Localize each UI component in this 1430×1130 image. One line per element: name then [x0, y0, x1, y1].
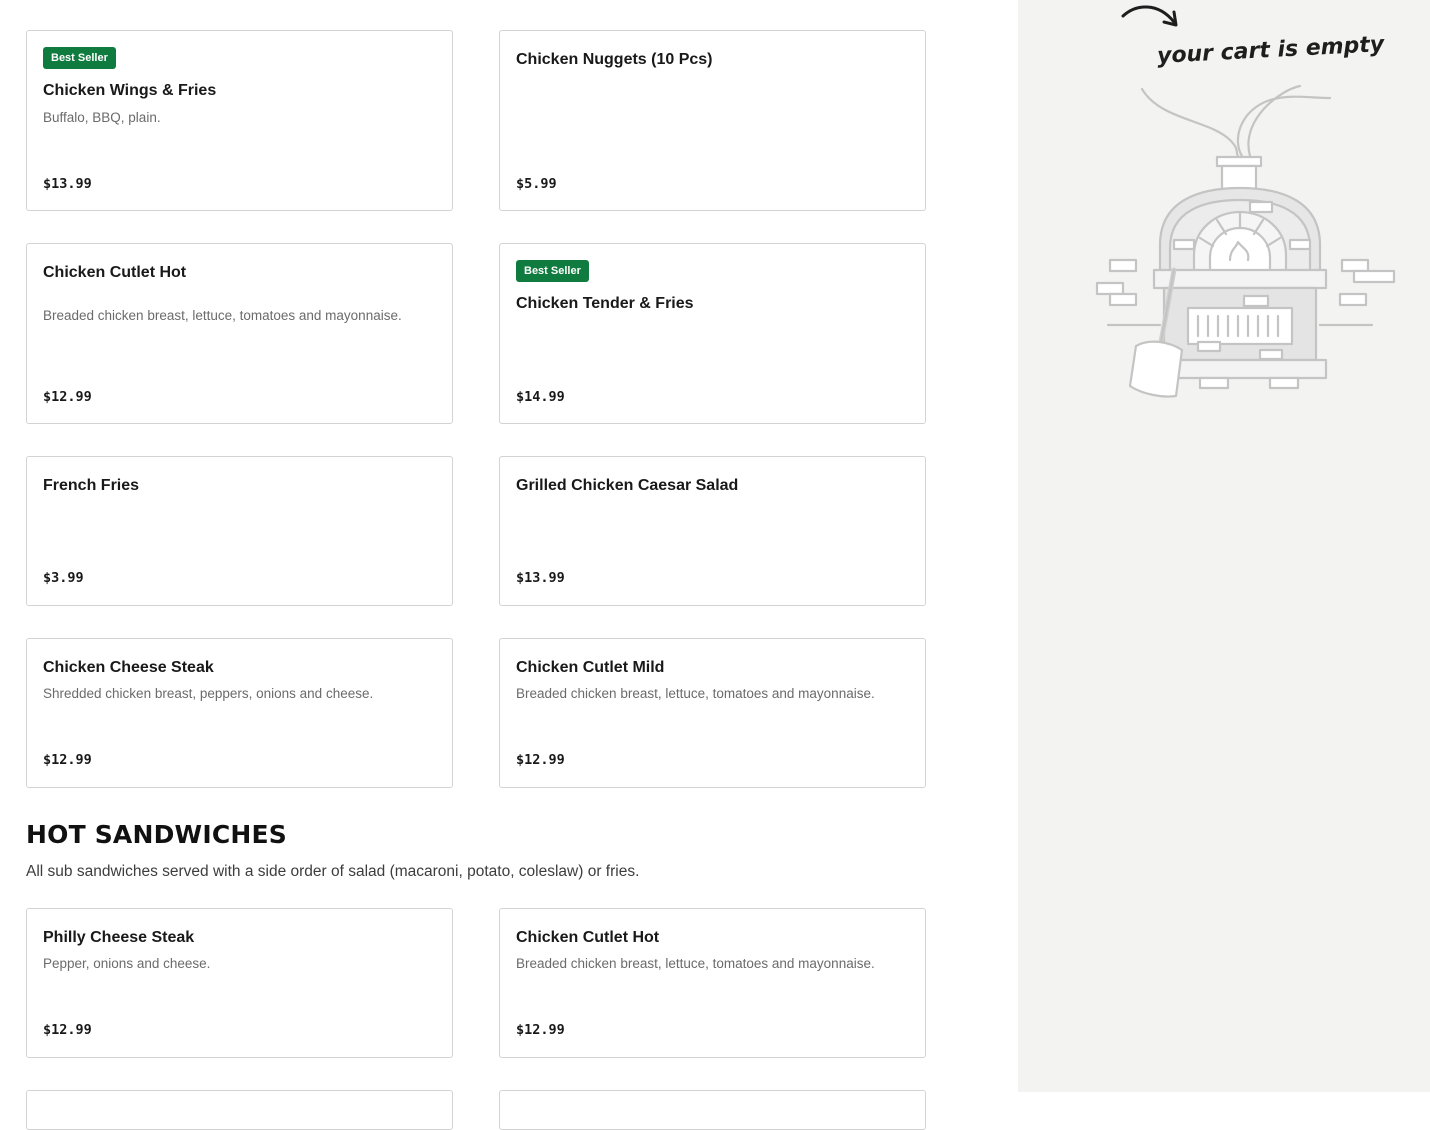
- menu-item-description: Breaded chicken breast, lettuce, tomatoe…: [43, 308, 402, 323]
- menu-main: Best Seller Chicken Wings & Fries Buffal…: [0, 0, 1018, 1130]
- best-seller-badge: Best Seller: [516, 260, 589, 282]
- menu-item-description: Shredded chicken breast, peppers, onions…: [43, 686, 374, 701]
- menu-item-price: $12.99: [516, 1022, 565, 1038]
- menu-item-description: Buffalo, BBQ, plain.: [43, 110, 161, 125]
- menu-item-price: $3.99: [43, 570, 84, 586]
- section-description: All sub sandwiches served with a side or…: [26, 863, 640, 880]
- menu-item-price: $12.99: [516, 752, 565, 768]
- menu-item-price: $13.99: [43, 176, 92, 192]
- menu-item-name: Philly Cheese Steak: [43, 929, 195, 946]
- menu-item-name: Chicken Wings & Fries: [43, 82, 217, 99]
- menu-item-price: $12.99: [43, 389, 92, 405]
- menu-item-price: $5.99: [516, 176, 557, 192]
- menu-item-price: $14.99: [516, 389, 565, 405]
- menu-item-card[interactable]: [26, 1090, 453, 1130]
- menu-item-price: $13.99: [516, 570, 565, 586]
- menu-item-description: Breaded chicken breast, lettuce, tomatoe…: [516, 686, 875, 701]
- menu-item-name: Chicken Cheese Steak: [43, 659, 214, 676]
- menu-item-name: Grilled Chicken Caesar Salad: [516, 477, 739, 494]
- menu-item-card[interactable]: Chicken Cutlet Hot Breaded chicken breas…: [499, 908, 926, 1058]
- menu-item-description: Pepper, onions and cheese.: [43, 956, 211, 971]
- menu-item-name: Chicken Cutlet Hot: [516, 929, 660, 946]
- menu-item-card[interactable]: French Fries $3.99: [26, 456, 453, 606]
- menu-item-name: Chicken Nuggets (10 Pcs): [516, 51, 713, 68]
- menu-item-card[interactable]: Chicken Cutlet Hot Breaded chicken breas…: [26, 243, 453, 424]
- menu-item-card[interactable]: Chicken Nuggets (10 Pcs) $5.99: [499, 30, 926, 211]
- menu-item-price: $12.99: [43, 1022, 92, 1038]
- menu-item-card[interactable]: Best Seller Chicken Tender & Fries $14.9…: [499, 243, 926, 424]
- best-seller-badge: Best Seller: [43, 47, 116, 69]
- menu-item-card[interactable]: Grilled Chicken Caesar Salad $13.99: [499, 456, 926, 606]
- menu-item-card[interactable]: Chicken Cheese Steak Shredded chicken br…: [26, 638, 453, 788]
- menu-item-card[interactable]: Philly Cheese Steak Pepper, onions and c…: [26, 908, 453, 1058]
- menu-item-card[interactable]: [499, 1090, 926, 1130]
- menu-item-name: Chicken Cutlet Hot: [43, 264, 187, 281]
- pizza-oven-illustration: [1095, 84, 1396, 398]
- menu-item-name: Chicken Cutlet Mild: [516, 659, 665, 676]
- section-title-hot-sandwiches: HOT SANDWICHES: [26, 820, 287, 849]
- menu-item-card[interactable]: Chicken Cutlet Mild Breaded chicken brea…: [499, 638, 926, 788]
- menu-item-name: Chicken Tender & Fries: [516, 295, 694, 312]
- menu-item-card[interactable]: Best Seller Chicken Wings & Fries Buffal…: [26, 30, 453, 211]
- menu-item-price: $12.99: [43, 752, 92, 768]
- menu-item-name: French Fries: [43, 477, 140, 494]
- curved-arrow-icon: [1121, 5, 1178, 27]
- menu-item-description: Breaded chicken breast, lettuce, tomatoe…: [516, 956, 875, 971]
